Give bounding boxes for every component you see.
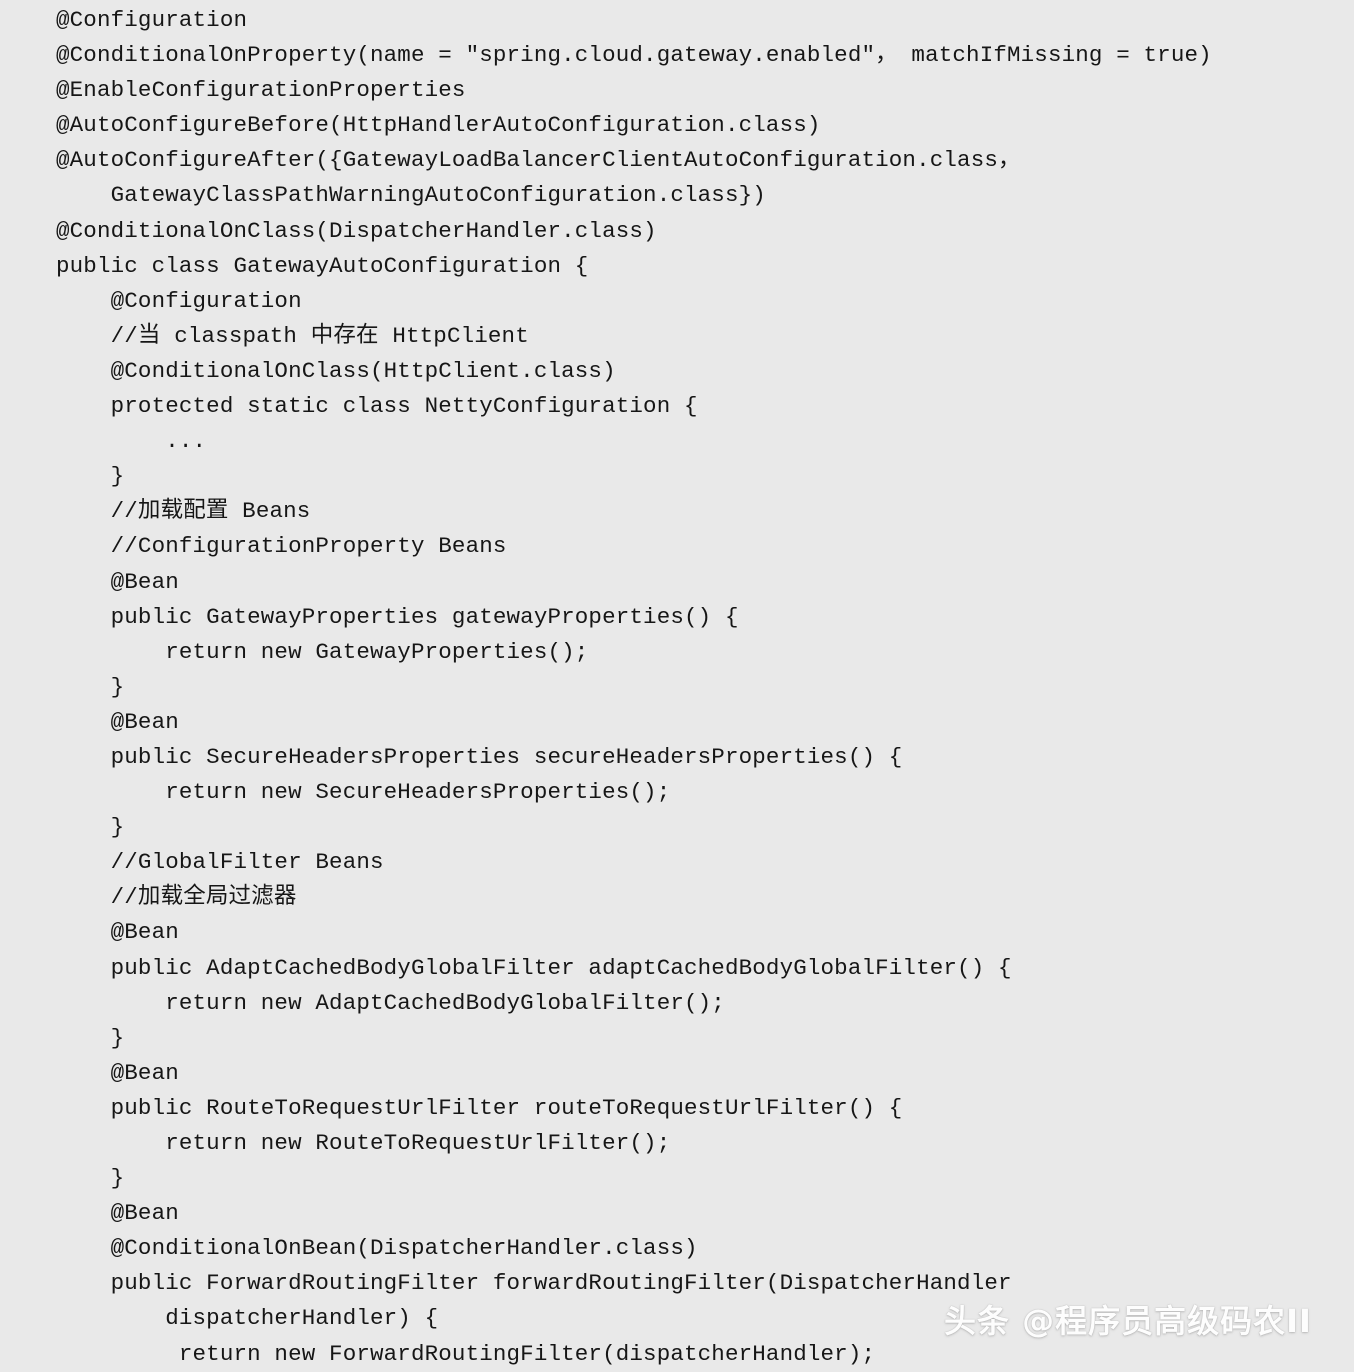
code-line: @Bean — [56, 919, 179, 946]
code-snippet-page: @Configuration @ConditionalOnProperty(nam… — [0, 0, 1354, 1367]
code-line: return new SecureHeadersProperties(); — [56, 779, 671, 806]
code-line: @Bean — [56, 708, 179, 735]
code-line: @EnableConfigurationProperties — [56, 77, 466, 104]
code-line: } — [56, 673, 125, 700]
code-line: } — [56, 1024, 125, 1051]
code-line: } — [56, 1165, 125, 1192]
code-line: return new AdaptCachedBodyGlobalFilter()… — [56, 989, 725, 1016]
code-line: public ForwardRoutingFilter forwardRouti… — [56, 1270, 1012, 1297]
code-line: //加载配置 Beans — [56, 498, 311, 525]
code-line: return new RouteToRequestUrlFilter(); — [56, 1130, 671, 1156]
code-line: dispatcherHandler) { — [56, 1305, 439, 1332]
code-line: ... — [56, 428, 207, 455]
code-line: @Bean — [56, 568, 179, 595]
code-line: public AdaptCachedBodyGlobalFilter adapt… — [56, 954, 1012, 981]
code-line: @Bean — [56, 1059, 179, 1086]
code-line: @Bean — [56, 1200, 179, 1227]
code-line: @ConditionalOnClass(HttpClient.class) — [56, 357, 616, 384]
code-line: @Configuration — [56, 7, 248, 33]
code-line: @ConditionalOnProperty(name = "spring.cl… — [56, 42, 1212, 69]
code-line: protected static class NettyConfiguratio… — [56, 393, 698, 420]
code-line: public SecureHeadersProperties secureHea… — [56, 743, 903, 770]
code-line: //ConfigurationProperty Beans — [56, 533, 507, 560]
code-line: } — [56, 814, 125, 841]
code-block: @Configuration @ConditionalOnProperty(nam… — [0, 3, 1354, 1372]
code-line: @AutoConfigureAfter({GatewayLoadBalancer… — [56, 147, 1021, 174]
code-line: //GlobalFilter Beans — [56, 849, 384, 876]
code-line: @AutoConfigureBefore(HttpHandlerAutoConf… — [56, 112, 821, 139]
code-line: @ConditionalOnBean(DispatcherHandler.cla… — [56, 1235, 698, 1262]
code-line: @Configuration — [56, 287, 302, 314]
code-line: public class GatewayAutoConfiguration { — [56, 252, 589, 279]
code-lines-container: @Configuration @ConditionalOnProperty(nam… — [56, 3, 1354, 1372]
code-line: //加载全局过滤器 — [56, 884, 297, 911]
code-line: return new ForwardRoutingFilter(dispatch… — [56, 1340, 876, 1367]
code-line: } — [56, 463, 125, 490]
code-line: public GatewayProperties gatewayProperti… — [56, 603, 739, 630]
code-line: @ConditionalOnClass(DispatcherHandler.cl… — [56, 217, 657, 244]
code-line: public RouteToRequestUrlFilter routeToRe… — [56, 1094, 903, 1121]
code-line: //当 classpath 中存在 HttpClient — [56, 322, 529, 349]
code-line: return new GatewayProperties(); — [56, 638, 589, 665]
code-line: GatewayClassPathWarningAutoConfiguration… — [56, 182, 766, 209]
